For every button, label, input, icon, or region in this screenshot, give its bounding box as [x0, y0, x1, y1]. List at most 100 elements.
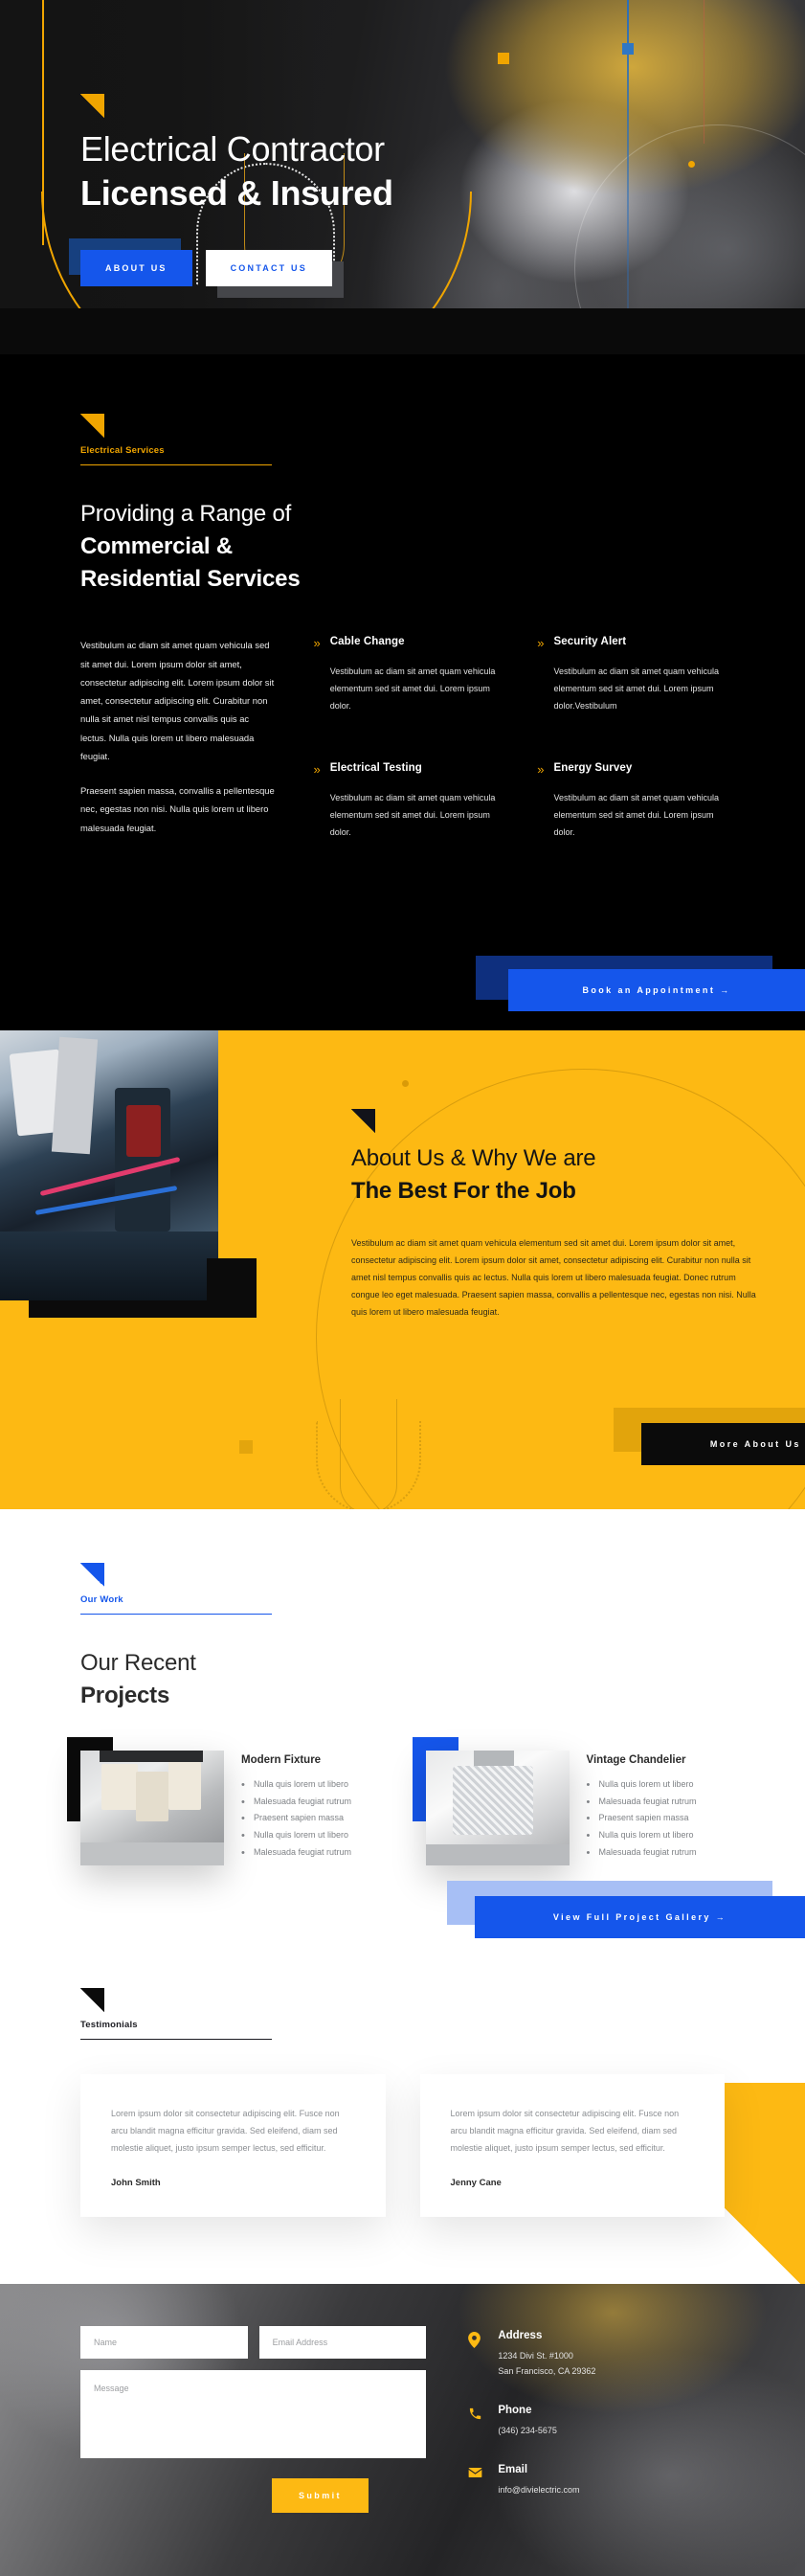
service-feature-text: Vestibulum ac diam sit amet quam vehicul…: [553, 793, 720, 838]
eyebrow-divider: [80, 1614, 272, 1616]
testimonial-quote: Lorem ipsum dolor sit consectetur adipis…: [111, 2109, 340, 2154]
view-gallery-wrap: View Full Project Gallery →: [80, 1875, 805, 1967]
projects-title: Our Recent Projects: [80, 1647, 725, 1712]
testimonial-author: Jenny Cane: [450, 2178, 502, 2189]
address-line-1: 1234 Divi St. #1000: [498, 2351, 573, 2361]
services-paragraph-1: Vestibulum ac diam sit amet quam vehicul…: [80, 640, 275, 761]
projects-eyebrow: Our Work: [80, 1563, 725, 1616]
services-paragraph-2: Praesent sapien massa, convallis a pelle…: [80, 785, 275, 833]
projects-title-line2: Projects: [80, 1683, 170, 1709]
chevron-double-right-icon: »: [313, 636, 321, 651]
about-section: About Us & Why We are The Best For the J…: [0, 1030, 805, 1510]
list-item: Malesuada feugiat rutrum: [587, 1793, 726, 1813]
project-card[interactable]: Vintage Chandelier Nulla quis lorem ut l…: [412, 1737, 726, 1866]
service-feature-text: Vestibulum ac diam sit amet quam vehicul…: [329, 793, 496, 838]
decorative-dot: [402, 1080, 409, 1088]
corner-triangle-icon: [80, 1563, 104, 1588]
project-image: [80, 1751, 224, 1866]
hero-content: Electrical Contractor Licensed & Insured…: [69, 94, 393, 299]
testimonial-quote: Lorem ipsum dolor sit consectetur adipis…: [450, 2109, 680, 2154]
testimonial-card: Lorem ipsum dolor sit consectetur adipis…: [419, 2074, 725, 2218]
project-thumb-wrap: [67, 1737, 224, 1866]
about-us-button[interactable]: About Us: [69, 238, 192, 287]
contact-info: Address 1234 Divi St. #1000 San Francisc…: [468, 2326, 725, 2522]
about-content: About Us & Why We are The Best For the J…: [351, 1109, 763, 1321]
list-item: Praesent sapien massa: [241, 1810, 380, 1830]
chevron-double-right-icon: »: [313, 762, 321, 778]
address-line-2: San Francisco, CA 29362: [498, 2366, 596, 2377]
services-copy: Vestibulum ac diam sit amet quam vehicul…: [80, 636, 278, 889]
eyebrow-divider: [80, 2039, 272, 2041]
testimonials-eyebrow: Testimonials: [80, 1988, 725, 2041]
about-body: Vestibulum ac diam sit amet quam vehicul…: [351, 1238, 756, 1318]
list-item: Nulla quis lorem ut libero: [241, 1775, 380, 1796]
phone-icon: [468, 2405, 484, 2439]
projects-grid: Modern Fixture Nulla quis lorem ut liber…: [67, 1737, 726, 1866]
service-feature-text: Vestibulum ac diam sit amet quam vehicul…: [553, 667, 720, 712]
services-column-1: » Cable Change Vestibulum ac diam sit am…: [314, 636, 502, 889]
project-title: Vintage Chandelier: [586, 1754, 686, 1767]
list-item: Praesent sapien massa: [587, 1810, 726, 1830]
services-eyebrow-label: Electrical Services: [80, 445, 165, 456]
project-image: [425, 1751, 570, 1866]
chevron-double-right-icon: »: [537, 762, 544, 778]
hero-buttons: About Us Contact Us: [69, 238, 393, 299]
project-card[interactable]: Modern Fixture Nulla quis lorem ut liber…: [67, 1737, 380, 1866]
contact-form: Submit: [80, 2326, 427, 2522]
corner-triangle-icon: [80, 1988, 104, 2013]
contact-us-button[interactable]: Contact Us: [205, 250, 345, 299]
view-full-project-gallery-button[interactable]: View Full Project Gallery →: [475, 1896, 805, 1939]
hero-title-line2: Licensed & Insured: [80, 173, 393, 214]
testimonial-author: John Smith: [111, 2178, 161, 2189]
about-title-line2: The Best For the Job: [351, 1178, 576, 1205]
services-title-line2: Commercial &: [80, 533, 233, 560]
decorative-blue-square: [622, 43, 634, 55]
more-about-us-button[interactable]: More About Us →: [641, 1423, 805, 1466]
about-photo-wrap: [0, 1030, 230, 1318]
corner-triangle-icon: [351, 1109, 375, 1134]
phone-value[interactable]: (346) 234-5675: [498, 2424, 557, 2439]
hero-section: Electrical Contractor Licensed & Insured…: [0, 0, 805, 354]
chevron-double-right-icon: »: [537, 636, 544, 651]
service-feature: » Security Alert Vestibulum ac diam sit …: [537, 636, 725, 714]
hero-title-line1: Electrical Contractor: [80, 129, 385, 169]
email-value[interactable]: info@divielectric.com: [498, 2483, 579, 2498]
contact-email: Email info@divielectric.com: [468, 2464, 725, 2498]
corner-triangle-icon: [80, 414, 104, 438]
service-feature-title: Electrical Testing: [329, 762, 422, 775]
service-feature-text: Vestibulum ac diam sit amet quam vehicul…: [329, 667, 496, 712]
service-feature-title: Cable Change: [329, 636, 405, 648]
service-feature: » Cable Change Vestibulum ac diam sit am…: [314, 636, 502, 714]
decorative-yellow-square: [498, 53, 509, 64]
services-title-line3: Residential Services: [80, 566, 301, 593]
decorative-yellow-dot: [688, 161, 695, 168]
testimonials-section: Testimonials Lorem ipsum dolor sit conse…: [0, 1967, 805, 2285]
about-photo: [0, 1030, 218, 1301]
project-bullets: Nulla quis lorem ut libero Malesuada feu…: [241, 1775, 380, 1864]
message-input[interactable]: [80, 2370, 427, 2459]
email-input[interactable]: [258, 2326, 427, 2360]
list-item: Malesuada feugiat rutrum: [587, 1843, 726, 1864]
project-title: Modern Fixture: [241, 1754, 322, 1767]
decorative-solid-arc: [340, 1399, 397, 1510]
book-appointment-wrap: Book an Appointment →: [80, 956, 805, 1030]
service-feature-title: Energy Survey: [553, 762, 633, 775]
about-title-line1: About Us & Why We are: [351, 1145, 596, 1172]
testimonials-eyebrow-label: Testimonials: [80, 2020, 138, 2031]
book-appointment-button[interactable]: Book an Appointment →: [508, 969, 805, 1012]
phone-title: Phone: [498, 2404, 532, 2416]
more-about-us-wrap: More About Us →: [480, 1402, 805, 1488]
contact-section: Submit Address 1234 Divi St. #1000 San F…: [0, 2284, 805, 2576]
name-input[interactable]: [80, 2326, 248, 2360]
service-feature-title: Security Alert: [553, 636, 627, 648]
submit-button[interactable]: Submit: [272, 2478, 369, 2514]
decorative-square: [239, 1440, 253, 1455]
decorative-black-block: [207, 1258, 257, 1319]
list-item: Nulla quis lorem ut libero: [241, 1826, 380, 1846]
service-feature: » Electrical Testing Vestibulum ac diam …: [314, 762, 502, 841]
envelope-icon: [468, 2464, 484, 2498]
list-item: Malesuada feugiat rutrum: [241, 1793, 380, 1813]
list-item: Malesuada feugiat rutrum: [241, 1843, 380, 1864]
list-item: Nulla quis lorem ut libero: [587, 1775, 726, 1796]
landing-page: Electrical Contractor Licensed & Insured…: [0, 0, 805, 2576]
